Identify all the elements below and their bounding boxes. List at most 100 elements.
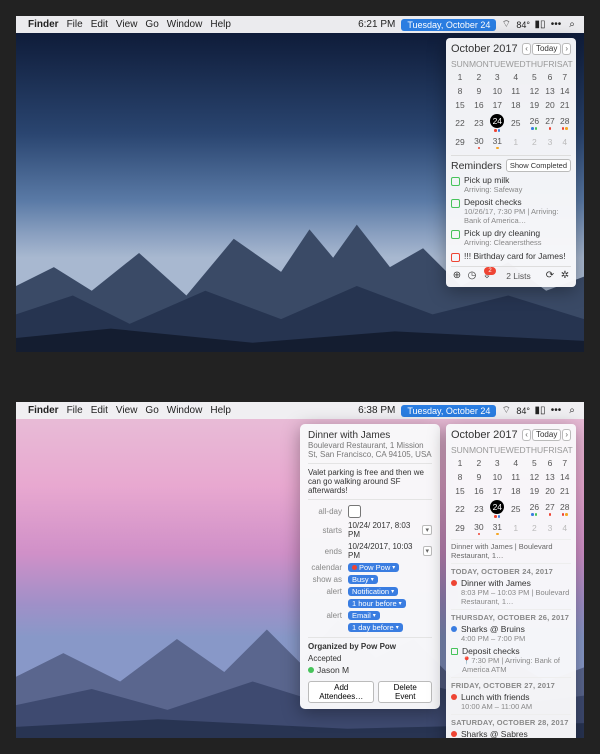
battery-icon[interactable]: ▮▯ <box>534 405 546 417</box>
next-month-button[interactable]: › <box>562 43 571 55</box>
calendar-day[interactable]: 3 <box>543 134 557 152</box>
calendar-day[interactable]: 30 <box>469 520 489 538</box>
calendar-day[interactable]: 4 <box>506 456 526 470</box>
alert-type-select[interactable]: Notification▾ <box>348 587 398 596</box>
menu-go[interactable]: Go <box>145 405 158 416</box>
calendar-day[interactable]: 29 <box>451 134 469 152</box>
reminder-item[interactable]: Pick up milkArriving: Safeway <box>451 176 571 194</box>
calendar-day[interactable]: 2 <box>469 456 489 470</box>
inbox-icon[interactable]: ⇩ <box>481 270 493 282</box>
calendar-day[interactable]: 9 <box>469 84 489 98</box>
calendar-day[interactable]: 4 <box>557 520 573 538</box>
next-month-button[interactable]: › <box>562 429 571 441</box>
stepper-icon[interactable]: ▾ <box>423 546 432 556</box>
prev-month-button[interactable]: ‹ <box>522 43 531 55</box>
menu-file[interactable]: File <box>67 405 83 416</box>
today-button[interactable]: Today <box>532 43 561 55</box>
calendar-day[interactable]: 13 <box>543 84 557 98</box>
search-icon[interactable]: ⌕ <box>566 405 578 417</box>
reminder-checkbox-icon[interactable] <box>451 199 460 208</box>
refresh-icon[interactable]: ⟳ <box>544 270 556 282</box>
calendar-day[interactable]: 24 <box>489 498 506 520</box>
month-grid[interactable]: SUNMONTUEWEDTHUFRISAT1234567891011121314… <box>451 58 573 151</box>
calendar-day[interactable]: 2 <box>526 520 543 538</box>
calendar-day[interactable]: 3 <box>489 456 506 470</box>
reminder-checkbox-icon[interactable] <box>451 177 460 186</box>
alert-time-select[interactable]: 1 hour before▾ <box>348 599 406 608</box>
alert-type-select[interactable]: Email▾ <box>348 611 380 620</box>
menu-window[interactable]: Window <box>167 19 203 30</box>
menubar-date-pill[interactable]: Tuesday, October 24 <box>401 19 496 31</box>
calendar-day[interactable]: 2 <box>526 134 543 152</box>
calendar-day[interactable]: 21 <box>557 484 573 498</box>
show-completed-button[interactable]: Show Completed <box>506 159 571 172</box>
calendar-day[interactable]: 22 <box>451 112 469 134</box>
calendar-day[interactable]: 23 <box>469 498 489 520</box>
calendar-day[interactable]: 23 <box>469 112 489 134</box>
menu-window[interactable]: Window <box>167 405 203 416</box>
calendar-day[interactable]: 7 <box>557 456 573 470</box>
agenda-event[interactable]: Deposit checks📍7:30 PM | Arriving: Bank … <box>451 646 571 674</box>
agenda-event[interactable]: Lunch with friends10:00 AM – 11:00 AM <box>451 692 571 711</box>
wifi-icon[interactable]: ⌔ <box>500 19 512 31</box>
calendar-day[interactable]: 4 <box>557 134 573 152</box>
calendar-day[interactable]: 27 <box>543 498 557 520</box>
calendar-day[interactable]: 31 <box>489 520 506 538</box>
calendar-day[interactable]: 27 <box>543 112 557 134</box>
overflow-icon[interactable]: ••• <box>550 405 562 417</box>
calendar-day[interactable]: 15 <box>451 98 469 112</box>
add-attendees-button[interactable]: Add Attendees… <box>308 681 374 703</box>
calendar-day[interactable]: 28 <box>557 498 573 520</box>
battery-icon[interactable]: ▮▯ <box>534 19 546 31</box>
calendar-day[interactable]: 5 <box>526 456 543 470</box>
reminder-checkbox-icon[interactable] <box>451 253 460 262</box>
app-name[interactable]: Finder <box>28 405 59 416</box>
calendar-day[interactable]: 4 <box>506 70 526 84</box>
calendar-day[interactable]: 18 <box>506 98 526 112</box>
showas-select[interactable]: Busy▾ <box>348 575 378 584</box>
clock-icon[interactable]: ◷ <box>466 270 478 282</box>
calendar-day[interactable]: 21 <box>557 98 573 112</box>
calendar-day[interactable]: 3 <box>543 520 557 538</box>
calendar-day[interactable]: 9 <box>469 470 489 484</box>
reminder-checkbox-icon[interactable] <box>451 230 460 239</box>
calendar-day[interactable]: 29 <box>451 520 469 538</box>
alert-time-select[interactable]: 1 day before▾ <box>348 623 403 632</box>
allday-checkbox[interactable] <box>348 505 361 518</box>
menu-help[interactable]: Help <box>210 19 231 30</box>
menu-edit[interactable]: Edit <box>91 19 108 30</box>
calendar-day[interactable]: 12 <box>526 84 543 98</box>
calendar-day[interactable]: 14 <box>557 84 573 98</box>
calendar-day[interactable]: 11 <box>506 84 526 98</box>
calendar-day[interactable]: 14 <box>557 470 573 484</box>
calendar-day[interactable]: 24 <box>489 112 506 134</box>
calendar-day[interactable]: 5 <box>526 70 543 84</box>
calendar-day[interactable]: 28 <box>557 112 573 134</box>
starts-value[interactable]: 10/24/ 2017, 8:03 PM <box>348 521 420 539</box>
event-note[interactable]: Valet parking is free and then we can go… <box>308 463 432 500</box>
calendar-day[interactable]: 1 <box>451 70 469 84</box>
calendar-day[interactable]: 2 <box>469 70 489 84</box>
menu-view[interactable]: View <box>116 19 138 30</box>
wifi-icon[interactable]: ⌔ <box>500 405 512 417</box>
ends-value[interactable]: 10/24/2017, 10:03 PM <box>348 542 421 560</box>
calendar-day[interactable]: 15 <box>451 484 469 498</box>
month-grid[interactable]: SUNMONTUEWEDTHUFRISAT1234567891011121314… <box>451 444 573 537</box>
calendar-day[interactable]: 6 <box>543 70 557 84</box>
calendar-day[interactable]: 30 <box>469 134 489 152</box>
calendar-day[interactable]: 10 <box>489 84 506 98</box>
agenda-event[interactable]: Dinner with James8:03 PM – 10:03 PM | Bo… <box>451 578 571 606</box>
calendar-day[interactable]: 25 <box>506 498 526 520</box>
calendar-day[interactable]: 8 <box>451 84 469 98</box>
calendar-day[interactable]: 8 <box>451 470 469 484</box>
app-name[interactable]: Finder <box>28 19 59 30</box>
reminder-item[interactable]: Pick up dry cleaningArriving: Cleanersth… <box>451 229 571 247</box>
reminder-item[interactable]: Deposit checks10/26/17, 7:30 PM | Arrivi… <box>451 198 571 225</box>
stepper-icon[interactable]: ▾ <box>422 525 432 535</box>
calendar-day[interactable]: 19 <box>526 98 543 112</box>
add-event-icon[interactable]: ⊕ <box>451 270 463 282</box>
calendar-day[interactable]: 1 <box>451 456 469 470</box>
calendar-day[interactable]: 22 <box>451 498 469 520</box>
calendar-day[interactable]: 20 <box>543 98 557 112</box>
agenda-event[interactable]: Sharks @ Bruins4:00 PM – 7:00 PM <box>451 624 571 643</box>
